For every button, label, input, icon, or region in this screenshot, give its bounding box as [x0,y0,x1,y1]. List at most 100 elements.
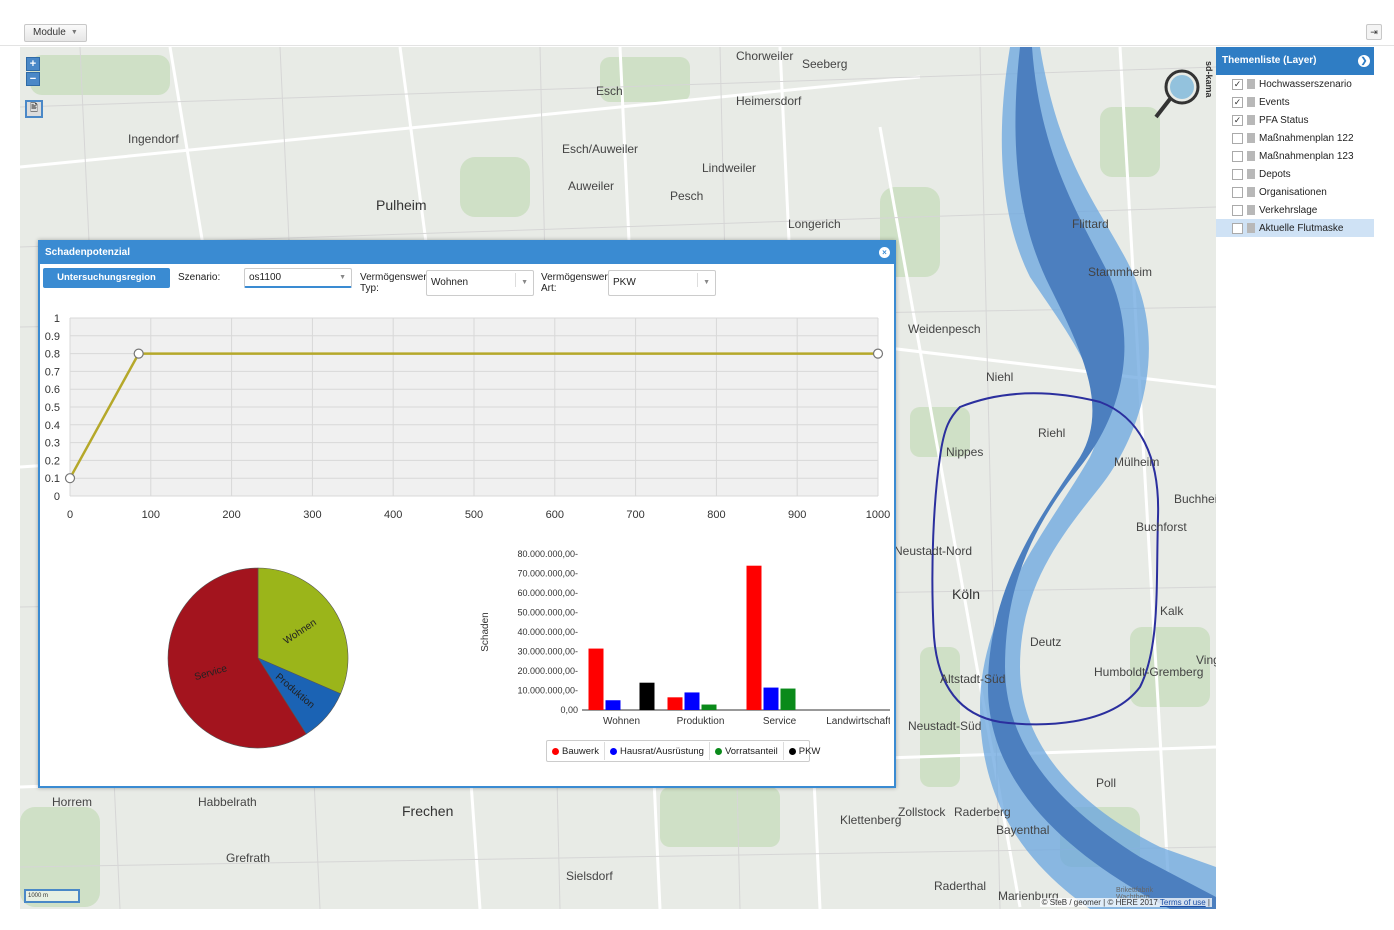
y-tick-label: 0.7 [45,366,60,378]
asset-kind-select[interactable]: PKW ▼ [608,270,716,296]
data-point[interactable] [133,348,144,359]
layer-checkbox[interactable] [1232,222,1243,234]
close-icon[interactable]: × [879,247,890,258]
asset-type-select[interactable]: Wohnen ▼ [426,270,534,296]
draw-region-button[interactable]: Untersuchungsregion zeichnen [43,268,170,303]
map-place-label: Lindweiler [702,161,757,175]
y-tick-label: 0.3 [45,438,60,450]
layer-label: PFA Status [1259,114,1309,126]
y-tick-label: 0,00 [560,705,578,715]
x-tick-label: 800 [707,509,725,521]
dialog-title: Schadenpotenzial [45,247,131,258]
layer-checkbox[interactable]: ✓ [1232,96,1243,108]
map-place-label: Neustadt-Nord [894,544,973,558]
layer-checkbox[interactable] [1232,150,1243,162]
document-icon [1247,205,1255,215]
layer-checkbox[interactable] [1232,186,1243,198]
layer-label: Verkehrslage [1259,204,1318,216]
x-tick-label: 600 [546,509,564,521]
layer-item[interactable]: Depots [1216,165,1374,183]
map-place-label: Horrem [52,795,93,809]
layer-item[interactable]: Aktuelle Flutmaske [1216,219,1374,237]
legend-item[interactable]: Vorratsanteil [710,742,784,760]
map-place-label: Kalk [1160,604,1184,618]
document-icon [1247,223,1255,233]
layer-item[interactable]: Verkehrslage [1216,201,1374,219]
terms-of-use-link[interactable]: Terms of use [1160,898,1206,907]
layer-label: Maßnahmenplan 122 [1259,132,1354,144]
layer-label: Events [1259,96,1290,108]
legend-item[interactable]: Bauwerk [547,742,605,760]
map-place-label: Neustadt-Süd [908,719,982,733]
map-place-label: Chorweiler [736,49,794,63]
map-place-label: Zollstock [898,805,946,819]
asset-type-value: Wohnen [431,277,469,288]
layer-label: Hochwasserszenario [1259,78,1352,90]
layer-checkbox[interactable]: ✓ [1232,78,1243,90]
bar[interactable] [639,682,655,710]
layer-checkbox[interactable] [1232,132,1243,144]
layer-item[interactable]: Maßnahmenplan 122 [1216,129,1374,147]
y-tick-label: 0.2 [45,455,60,467]
bar[interactable] [746,565,762,710]
legend-item[interactable]: PKW [784,742,826,760]
bar[interactable] [588,648,604,710]
map-place-label: Heimersdorf [736,94,802,108]
zoom-in-button[interactable]: + [26,57,40,71]
layer-panel: Themenliste (Layer) ❯ ✓ Hochwasserszenari… [1216,47,1374,909]
y-tick-label: 50.000.000,00- [517,608,578,618]
document-icon [1247,115,1255,125]
zoom-out-button[interactable]: − [26,72,40,86]
map-place-label: Raderberg [954,805,1011,819]
module-menu-button[interactable]: Module ▼ [24,24,87,42]
bar[interactable] [763,687,779,710]
y-tick-label: 0.8 [45,349,60,361]
y-tick-label: 0.9 [45,331,60,343]
top-toolbar: Module ▼ ⇥ [0,0,1394,46]
legend-dot-icon [714,747,722,755]
map-place-label: Bayenthal [996,823,1050,837]
map-place-label: Auweiler [568,179,615,193]
x-tick-label: 1000 [866,509,890,521]
map-place-label: Raderthal [934,879,987,893]
layer-checkbox[interactable] [1232,168,1243,180]
scenario-select[interactable]: os1100 ▼ [244,268,352,288]
map-place-label: Deutz [1030,635,1062,649]
map-place-label: Humboldt-Gremberg [1094,665,1204,679]
legend-item[interactable]: Hausrat/Ausrüstung [605,742,710,760]
x-tick-label: 200 [222,509,240,521]
legend-dot-icon [609,747,617,755]
map-place-label: Flittard [1072,217,1109,231]
bar[interactable] [667,697,683,710]
map-place-label: Köln [952,586,981,602]
layer-item[interactable]: ✓ Hochwasserszenario [1216,75,1374,93]
bar[interactable] [701,704,717,710]
damage-potential-dialog: Schadenpotenzial × Untersuchungsregion z… [38,240,896,788]
zoom-controls: + − [26,57,40,87]
layer-item[interactable]: ✓ Events [1216,93,1374,111]
layer-checkbox[interactable] [1232,204,1243,216]
bar[interactable] [684,692,700,710]
exit-icon[interactable]: ⇥ [1366,24,1382,40]
asset-type-label-line1: Vermögenswert- [360,272,433,283]
layer-item[interactable]: Maßnahmenplan 123 [1216,147,1374,165]
collapse-arrow-icon[interactable]: ❯ [1358,55,1370,67]
map-place-label: Ingendorf [128,132,179,146]
data-point[interactable] [872,348,884,359]
asset-kind-label-line2: Art: [541,283,557,294]
bar[interactable] [780,688,796,710]
layer-item[interactable]: Organisationen [1216,183,1374,201]
bar[interactable] [605,700,621,710]
print-icon[interactable]: 🖹 [25,100,43,118]
document-icon [1247,79,1255,89]
y-axis-label: Schaden [480,612,491,651]
map-place-label: Stammheim [1088,265,1153,279]
data-point[interactable] [64,473,76,484]
layer-checkbox[interactable]: ✓ [1232,114,1243,126]
select-separator [515,273,516,287]
asset-type-label-line2: Typ: [360,283,379,294]
damage-pie-chart: WohnenProduktionService [167,567,349,749]
legend-label: Bauwerk [562,745,599,757]
layer-item[interactable]: ✓ PFA Status [1216,111,1374,129]
legend-dot-icon [552,747,559,755]
